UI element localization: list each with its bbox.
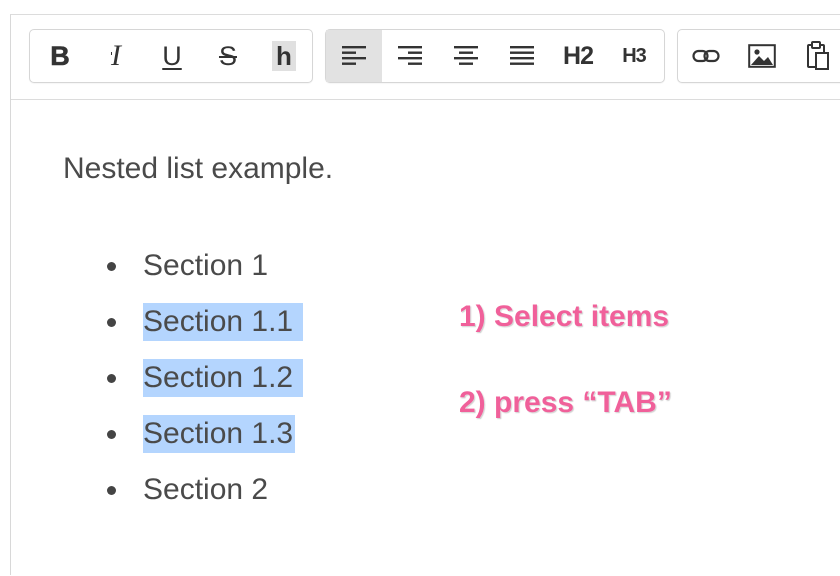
bullet-icon [107,373,116,383]
bullet-icon [107,317,116,327]
highlight-button[interactable]: h [256,30,312,82]
editor-content[interactable]: Nested list example. Section 1 Section 1… [11,100,840,576]
list-item: Section 2 [107,470,270,510]
list-item: Section 1 [107,246,270,286]
italic-icon: I [111,39,121,72]
link-button[interactable] [678,30,734,82]
editor: B I U S h H2 H3 Nested list example. Sec… [10,14,840,575]
list-item-text-selected: Section 1.3 [143,415,296,453]
underline-button[interactable]: U [144,30,200,82]
paragraph: Nested list example. [63,152,334,185]
bullet-icon [107,261,116,271]
clipboard-icon [807,41,829,70]
list-item: Section 1.3 [107,414,296,454]
paste-button[interactable] [790,30,840,82]
align-group: H2 H3 [325,29,665,83]
link-icon [692,49,720,63]
toolbar: B I U S h H2 H3 [11,15,840,100]
align-justify-icon [510,46,534,65]
annotation-step-1: 1) Select items [459,300,670,333]
annotation-step-2: 2) press “TAB” [459,386,672,419]
list-item-text: Section 2 [143,473,269,506]
bullet-icon [107,429,116,439]
bullet-icon [107,485,116,495]
italic-button[interactable]: I [88,30,144,82]
list-item: Section 1.1 [107,302,304,342]
align-center-icon [454,46,478,65]
heading-3-icon: H3 [622,45,647,67]
bold-icon: B [50,40,70,71]
insert-group [677,29,840,83]
strikethrough-icon: S [218,40,237,71]
list-item: Section 1.2 [107,358,304,398]
align-center-button[interactable] [438,30,494,82]
heading-3-button[interactable]: H3 [606,30,662,82]
heading-2-icon: H2 [563,41,594,70]
list-item-text: Section 1 [143,249,269,282]
highlight-icon: h [272,41,296,71]
strikethrough-button[interactable]: S [200,30,256,82]
list-item-text-selected: Section 1.2 [143,359,304,397]
align-justify-button[interactable] [494,30,550,82]
image-icon [748,44,776,68]
align-right-button[interactable] [382,30,438,82]
format-group: B I U S h [29,29,313,83]
align-left-button[interactable] [326,30,382,82]
bold-button[interactable]: B [32,30,88,82]
align-right-icon [398,46,422,65]
align-left-icon [342,46,366,65]
underline-icon: U [162,40,182,71]
list-item-text-selected: Section 1.1 [143,303,304,341]
heading-2-button[interactable]: H2 [550,30,606,82]
image-button[interactable] [734,30,790,82]
